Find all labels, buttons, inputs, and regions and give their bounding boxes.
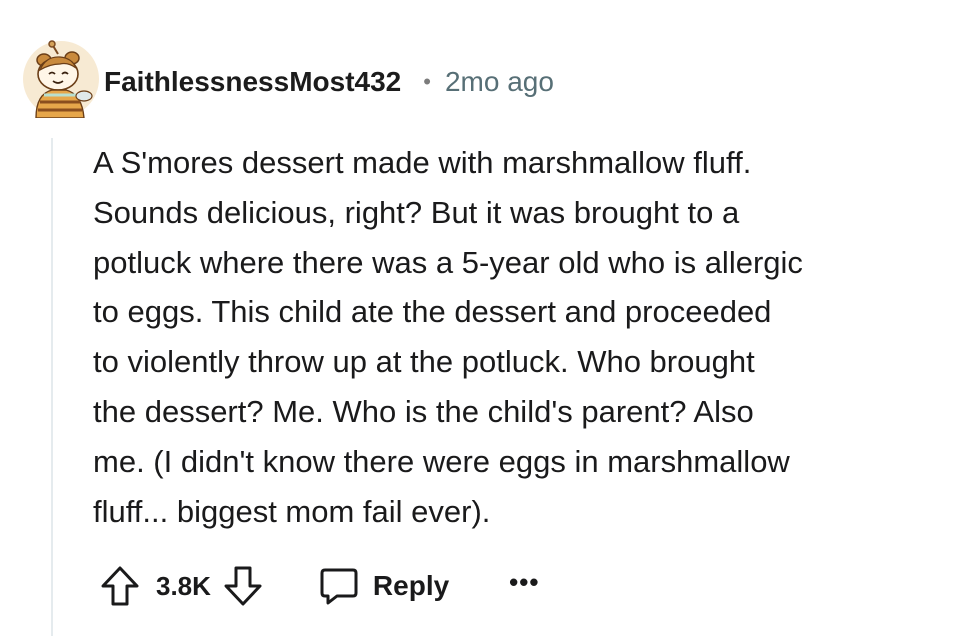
- avatar-snoo-icon: [23, 40, 99, 119]
- username-link[interactable]: FaithlessnessMost432: [104, 66, 401, 98]
- downvote-arrow-icon: [224, 566, 262, 606]
- upvote-arrow-icon: [101, 566, 139, 606]
- downvote-button[interactable]: [223, 565, 263, 607]
- comment-body-line: A S'mores dessert made with marshmallow …: [93, 145, 752, 180]
- reply-button[interactable]: Reply: [319, 566, 449, 606]
- comment-body-line: to eggs. This child ate the dessert and …: [93, 294, 772, 330]
- comment-header: FaithlessnessMost432 • 2mo ago: [104, 62, 554, 102]
- reply-label: Reply: [372, 570, 450, 601]
- comment-body: A S'mores dessert made with marshmallow …: [93, 138, 953, 536]
- comment-body-line: me. (I didn't know there were eggs in ma…: [93, 443, 790, 479]
- comment-body-line: Sounds delicious, right? But it was brou…: [93, 194, 740, 230]
- more-options-button[interactable]: •••: [509, 569, 539, 595]
- upvote-button[interactable]: [100, 565, 140, 607]
- comment-action-bar: 3.8K Reply •••: [100, 560, 539, 612]
- comment-body-line: fluff... biggest mom fail ever).: [93, 493, 491, 529]
- comment-body-line: the dessert? Me. Who is the child's pare…: [93, 393, 754, 429]
- comment-body-line: potluck where there was a 5-year old who…: [93, 244, 803, 280]
- meta-separator: •: [423, 69, 431, 94]
- comment-body-line: to violently throw up at the potluck. Wh…: [93, 344, 755, 380]
- avatar[interactable]: [22, 40, 100, 119]
- thread-line[interactable]: [51, 138, 53, 636]
- speech-bubble-icon: [320, 568, 358, 605]
- timestamp[interactable]: 2mo ago: [445, 66, 554, 98]
- comment-card: FaithlessnessMost432 • 2mo ago A S'mores…: [0, 0, 966, 636]
- vote-count: 3.8K: [156, 570, 211, 601]
